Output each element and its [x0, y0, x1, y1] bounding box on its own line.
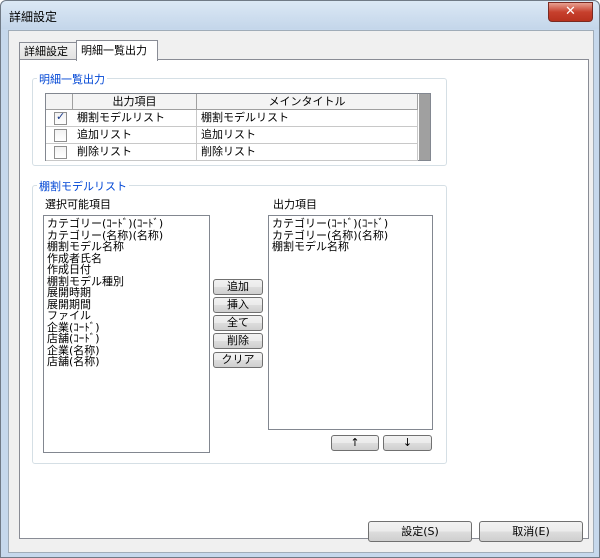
row-main-title[interactable]: 棚割モデルリスト — [197, 110, 418, 126]
grid-header: 出力項目 メインタイトル — [46, 94, 418, 110]
model-list-group: 棚割モデルリスト 選択可能項目 カテゴリー(ｺｰﾄﾞ)(ｺｰﾄﾞ) カテゴリー(… — [32, 178, 447, 464]
dialog-client-area: 詳細設定 明細一覧出力 明細一覧出力 出力項目 メインタイトル ✓ 棚割モデルリ… — [8, 30, 594, 553]
output-items-container: カテゴリー(ｺｰﾄﾞ)(ｺｰﾄﾞ) カテゴリー(名称)(名称) 棚割モデル名称 — [269, 216, 432, 253]
title-bar[interactable]: 詳細設定 ✕ — [1, 1, 599, 29]
list-item[interactable]: 展開時期 — [44, 287, 209, 299]
add-button[interactable]: 追加 — [213, 279, 263, 295]
window-title: 詳細設定 — [9, 10, 58, 24]
grid-row[interactable]: 削除リスト 削除リスト — [46, 144, 418, 161]
list-item[interactable]: 棚割モデル名称 — [44, 241, 209, 253]
grid-row[interactable]: 追加リスト 追加リスト — [46, 127, 418, 144]
output-items-label: 出力項目 — [273, 198, 317, 211]
available-items-list[interactable]: カテゴリー(ｺｰﾄﾞ)(ｺｰﾄﾞ) カテゴリー(名称)(名称) 棚割モデル名称 … — [43, 215, 210, 453]
move-up-button[interactable]: ↑ — [331, 435, 379, 451]
row-checkbox[interactable]: ✓ — [54, 110, 67, 125]
output-items-list[interactable]: カテゴリー(ｺｰﾄﾞ)(ｺｰﾄﾞ) カテゴリー(名称)(名称) 棚割モデル名称 — [268, 215, 433, 430]
grid-header-main-title: メインタイトル — [197, 94, 418, 109]
row-checkbox[interactable] — [54, 146, 67, 159]
dialog-window: 詳細設定 ✕ 詳細設定 明細一覧出力 明細一覧出力 出力項目 メインタイトル ✓… — [0, 0, 600, 558]
tab-panel: 明細一覧出力 出力項目 メインタイトル ✓ 棚割モデルリスト 棚割モデルリスト — [19, 59, 589, 539]
detail-output-grid: 出力項目 メインタイトル ✓ 棚割モデルリスト 棚割モデルリスト 追加リスト 追… — [45, 93, 431, 161]
cancel-button[interactable]: 取消(E) — [479, 521, 583, 542]
tab-detail-settings[interactable]: 詳細設定 — [19, 42, 77, 60]
model-list-group-label: 棚割モデルリスト — [37, 178, 129, 194]
row-output-item: 棚割モデルリスト — [73, 110, 197, 126]
close-button[interactable]: ✕ — [548, 2, 593, 22]
check-icon: ✓ — [56, 110, 66, 123]
move-down-button[interactable]: ↓ — [383, 435, 432, 451]
available-items-container: カテゴリー(ｺｰﾄﾞ)(ｺｰﾄﾞ) カテゴリー(名称)(名称) 棚割モデル名称 … — [44, 216, 209, 368]
row-main-title[interactable]: 追加リスト — [197, 127, 418, 143]
list-item[interactable]: 店舗(ｺｰﾄﾞ) — [44, 333, 209, 345]
available-items-label: 選択可能項目 — [45, 198, 111, 211]
row-output-item: 追加リスト — [73, 127, 197, 143]
clear-button[interactable]: クリア — [213, 352, 263, 368]
arrow-down-icon: ↓ — [402, 436, 413, 449]
detail-output-group: 明細一覧出力 出力項目 メインタイトル ✓ 棚割モデルリスト 棚割モデルリスト — [32, 71, 447, 166]
detail-output-group-label: 明細一覧出力 — [37, 71, 107, 87]
close-icon: ✕ — [565, 4, 576, 19]
delete-button[interactable]: 削除 — [213, 333, 263, 349]
list-item[interactable]: カテゴリー(ｺｰﾄﾞ)(ｺｰﾄﾞ) — [269, 218, 432, 230]
grid-row[interactable]: ✓ 棚割モデルリスト 棚割モデルリスト — [46, 110, 418, 127]
list-item[interactable]: 棚割モデル名称 — [269, 241, 432, 253]
grid-header-check — [46, 94, 73, 109]
list-item[interactable]: 店舗(名称) — [44, 356, 209, 368]
row-main-title[interactable]: 削除リスト — [197, 144, 418, 160]
row-checkbox[interactable] — [54, 129, 67, 142]
row-output-item: 削除リスト — [73, 144, 197, 160]
list-item[interactable]: カテゴリー(ｺｰﾄﾞ)(ｺｰﾄﾞ) — [44, 218, 209, 230]
arrow-up-icon: ↑ — [350, 436, 360, 449]
select-all-button[interactable]: 全て — [213, 315, 263, 331]
tab-detail-list-output[interactable]: 明細一覧出力 — [76, 40, 158, 61]
grid-header-output-item: 出力項目 — [73, 94, 197, 109]
list-item[interactable]: 作成日付 — [44, 264, 209, 276]
insert-button[interactable]: 挿入 — [213, 297, 263, 313]
ok-button[interactable]: 設定(S) — [368, 521, 472, 542]
list-item[interactable]: ファイル — [44, 310, 209, 322]
grid-scrollbar[interactable] — [419, 94, 430, 160]
